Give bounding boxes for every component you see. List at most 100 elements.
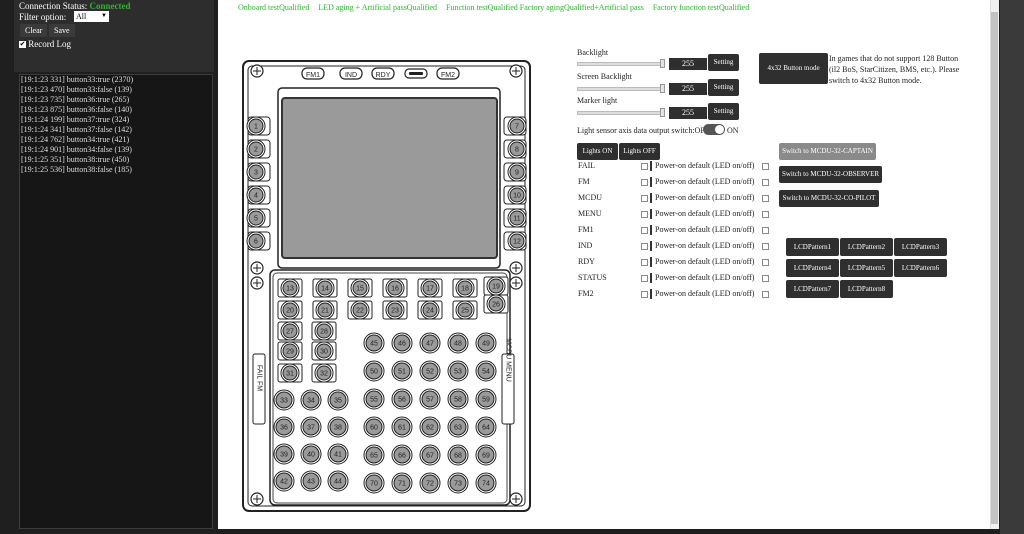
letter-key[interactable]: 55 bbox=[363, 388, 385, 410]
letter-key[interactable]: 45 bbox=[363, 332, 385, 354]
backlight-slider-thumb[interactable] bbox=[660, 59, 665, 68]
letter-key[interactable]: 69 bbox=[475, 444, 497, 466]
marker-value-field[interactable]: 255 bbox=[669, 107, 707, 119]
backlight-setting-button[interactable]: Setting bbox=[708, 54, 739, 71]
function-key[interactable]: 14 bbox=[315, 278, 335, 298]
lights-on-button[interactable]: Lights ON bbox=[577, 143, 618, 160]
function-key[interactable]: 16 bbox=[385, 278, 405, 298]
letter-key[interactable]: 60 bbox=[363, 416, 385, 438]
record-log-checkbox[interactable]: ✔ bbox=[19, 41, 26, 49]
letter-key[interactable]: 63 bbox=[447, 416, 469, 438]
sensor-toggle[interactable] bbox=[703, 124, 725, 135]
backlight-slider[interactable] bbox=[577, 62, 665, 66]
function-key[interactable]: 22 bbox=[350, 300, 370, 320]
letter-key[interactable]: 50 bbox=[363, 360, 385, 382]
letter-key[interactable]: 51 bbox=[391, 360, 413, 382]
switch-copilot-button[interactable]: Switch to MCDU-32-CO-PILOT bbox=[779, 190, 879, 207]
letter-key[interactable]: 57 bbox=[419, 388, 441, 410]
function-key[interactable]: 25 bbox=[455, 300, 475, 320]
lcd-pattern-button[interactable]: LCDPattern5 bbox=[840, 259, 893, 277]
letter-key[interactable]: 48 bbox=[447, 332, 469, 354]
letter-key[interactable]: 67 bbox=[419, 444, 441, 466]
marker-setting-button[interactable]: Setting bbox=[708, 103, 739, 120]
letter-key[interactable]: 59 bbox=[475, 388, 497, 410]
function-key[interactable]: 13 bbox=[280, 278, 300, 298]
power-default-checkbox[interactable] bbox=[762, 211, 769, 218]
function-key[interactable]: 27 bbox=[280, 321, 300, 341]
led-checkbox[interactable] bbox=[641, 243, 648, 250]
lcd-pattern-button[interactable]: LCDPattern2 bbox=[840, 238, 893, 256]
function-key[interactable]: 31 bbox=[280, 363, 300, 383]
save-button[interactable]: Save bbox=[49, 24, 75, 37]
screen-setting-button[interactable]: Setting bbox=[708, 79, 739, 96]
number-key[interactable]: 39 bbox=[273, 443, 295, 465]
rsk-button[interactable]: 7 bbox=[507, 116, 527, 136]
rsk-button[interactable]: 8 bbox=[507, 139, 527, 159]
lcd-pattern-button[interactable]: LCDPattern4 bbox=[786, 259, 839, 277]
button-mode-button[interactable]: 4x32 Button mode bbox=[759, 53, 828, 84]
switch-captain-button[interactable]: Switch to MCDU-32-CAPTAIN bbox=[779, 143, 876, 160]
letter-key[interactable]: 70 bbox=[363, 472, 385, 494]
led-checkbox[interactable] bbox=[641, 195, 648, 202]
letter-key[interactable]: 52 bbox=[419, 360, 441, 382]
number-key[interactable]: 34 bbox=[300, 389, 322, 411]
marker-slider[interactable] bbox=[577, 111, 665, 115]
letter-key[interactable]: 66 bbox=[391, 444, 413, 466]
scrollbar-thumb[interactable] bbox=[991, 12, 998, 524]
letter-key[interactable]: 68 bbox=[447, 444, 469, 466]
lsk-button[interactable]: 5 bbox=[246, 208, 266, 228]
letter-key[interactable]: 47 bbox=[419, 332, 441, 354]
function-key[interactable]: 19 bbox=[486, 276, 506, 296]
letter-key[interactable]: 56 bbox=[391, 388, 413, 410]
led-checkbox[interactable] bbox=[641, 163, 648, 170]
lsk-button[interactable]: 2 bbox=[246, 139, 266, 159]
power-default-checkbox[interactable] bbox=[762, 243, 769, 250]
screen-slider-thumb[interactable] bbox=[660, 84, 665, 93]
power-default-checkbox[interactable] bbox=[762, 291, 769, 298]
number-key[interactable]: 36 bbox=[273, 416, 295, 438]
lsk-button[interactable]: 4 bbox=[246, 185, 266, 205]
lcd-pattern-button[interactable]: LCDPattern7 bbox=[786, 280, 839, 298]
lcd-pattern-button[interactable]: LCDPattern6 bbox=[894, 259, 947, 277]
letter-key[interactable]: 61 bbox=[391, 416, 413, 438]
lsk-button[interactable]: 1 bbox=[246, 116, 266, 136]
power-default-checkbox[interactable] bbox=[762, 163, 769, 170]
number-key[interactable]: 33 bbox=[273, 389, 295, 411]
led-checkbox[interactable] bbox=[641, 227, 648, 234]
letter-key[interactable]: 71 bbox=[391, 472, 413, 494]
rsk-button[interactable]: 11 bbox=[507, 208, 527, 228]
led-checkbox[interactable] bbox=[641, 275, 648, 282]
function-key[interactable]: 26 bbox=[486, 294, 506, 314]
letter-key[interactable]: 73 bbox=[447, 472, 469, 494]
number-key[interactable]: 44 bbox=[327, 470, 349, 492]
number-key[interactable]: 42 bbox=[273, 470, 295, 492]
number-key[interactable]: 40 bbox=[300, 443, 322, 465]
function-key[interactable]: 32 bbox=[314, 363, 334, 383]
lcd-pattern-button[interactable]: LCDPattern1 bbox=[786, 238, 839, 256]
clear-button[interactable]: Clear bbox=[20, 24, 48, 37]
marker-slider-thumb[interactable] bbox=[660, 108, 665, 117]
function-key[interactable]: 18 bbox=[455, 278, 475, 298]
number-key[interactable]: 43 bbox=[300, 470, 322, 492]
letter-key[interactable]: 49 bbox=[475, 332, 497, 354]
letter-key[interactable]: 58 bbox=[447, 388, 469, 410]
function-key[interactable]: 23 bbox=[385, 300, 405, 320]
power-default-checkbox[interactable] bbox=[762, 179, 769, 186]
function-key[interactable]: 29 bbox=[280, 341, 300, 361]
led-checkbox[interactable] bbox=[641, 211, 648, 218]
letter-key[interactable]: 46 bbox=[391, 332, 413, 354]
led-checkbox[interactable] bbox=[641, 179, 648, 186]
power-default-checkbox[interactable] bbox=[762, 227, 769, 234]
number-key[interactable]: 37 bbox=[300, 416, 322, 438]
lights-off-button[interactable]: Lights OFF bbox=[619, 143, 660, 160]
lsk-button[interactable]: 6 bbox=[246, 231, 266, 251]
lcd-pattern-button[interactable]: LCDPattern3 bbox=[894, 238, 947, 256]
letter-key[interactable]: 74 bbox=[475, 472, 497, 494]
filter-select[interactable]: All ▼ bbox=[74, 11, 109, 22]
screen-value-field[interactable]: 255 bbox=[669, 83, 707, 95]
number-key[interactable]: 38 bbox=[327, 416, 349, 438]
function-key[interactable]: 20 bbox=[280, 300, 300, 320]
letter-key[interactable]: 53 bbox=[447, 360, 469, 382]
rsk-button[interactable]: 9 bbox=[507, 162, 527, 182]
letter-key[interactable]: 72 bbox=[419, 472, 441, 494]
